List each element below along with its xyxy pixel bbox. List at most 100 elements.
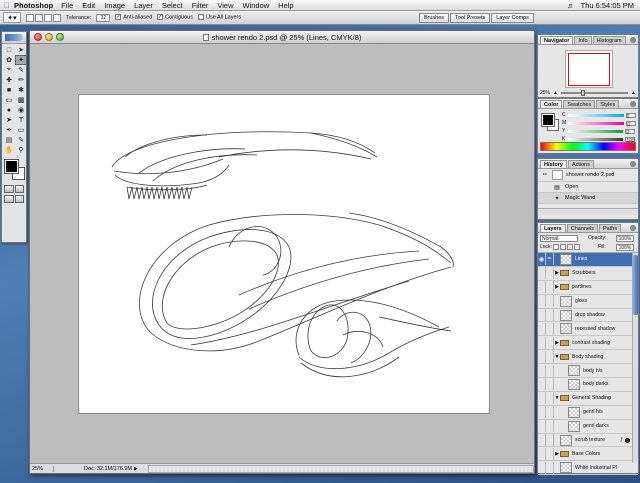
well-brushes[interactable]: Brushes xyxy=(418,12,450,23)
layer-name[interactable]: partlines xyxy=(572,284,592,290)
layer-row-scrub-texture[interactable]: scrub texture ƒ xyxy=(538,434,638,448)
lasso-tool-icon[interactable]: ✿ xyxy=(3,55,15,65)
menu-image[interactable]: Image xyxy=(104,1,125,10)
blend-mode-select[interactable]: Normal xyxy=(540,235,578,242)
palette-menu-icon[interactable] xyxy=(630,37,636,43)
gradient-tool-icon[interactable]: ▩ xyxy=(15,95,27,105)
slice-tool-icon[interactable]: ✎ xyxy=(15,65,27,75)
tab-channels[interactable]: Channels xyxy=(566,224,598,232)
crop-tool-icon[interactable]: ⌖ xyxy=(3,65,15,75)
well-tool-presets[interactable]: Tool Presets xyxy=(450,12,491,23)
add-selection-button[interactable] xyxy=(35,13,43,22)
cyan-slider[interactable]: C0 xyxy=(562,112,636,120)
zoom-field[interactable]: 25% xyxy=(30,465,54,472)
tab-paths[interactable]: Paths xyxy=(599,224,622,232)
layer-row-gloss[interactable]: gloss xyxy=(538,295,638,309)
layer-row-partlines[interactable]: ▶ partlines xyxy=(538,281,638,295)
layer-name[interactable]: scrub texture xyxy=(575,437,605,443)
menu-help[interactable]: Help xyxy=(278,1,293,10)
yellow-slider[interactable]: Y0 xyxy=(562,128,636,136)
pen-tool-icon[interactable]: ✒ xyxy=(3,125,15,135)
layer-row-scrubbers[interactable]: ▶ Scrubbers xyxy=(538,267,638,281)
layer-name[interactable]: genrl darks xyxy=(583,423,609,429)
history-brush-tool-icon[interactable]: ✱ xyxy=(15,85,27,95)
horizontal-scrollbar[interactable] xyxy=(147,464,534,473)
anti-aliased-checkbox[interactable]: ✓ xyxy=(115,14,122,21)
lock-position-button[interactable] xyxy=(566,244,573,250)
layer-row-body-hs[interactable]: body h/s xyxy=(538,364,638,379)
palette-menu-icon[interactable] xyxy=(630,225,636,231)
move-tool-icon[interactable]: ➤ xyxy=(15,45,27,55)
navigator-thumbnail[interactable] xyxy=(565,50,613,88)
layer-row-recessed-shadow[interactable]: recessed shadow xyxy=(538,322,638,337)
layer-name[interactable]: Lines xyxy=(575,256,587,262)
layer-edit-brush-icon[interactable]: ✏ xyxy=(546,253,554,266)
palette-menu-icon[interactable] xyxy=(630,101,636,107)
menu-layer[interactable]: Layer xyxy=(134,1,153,10)
visibility-eye-icon[interactable] xyxy=(538,392,546,405)
shape-tool-icon[interactable]: ▭ xyxy=(15,125,27,135)
color-spectrum-bar[interactable] xyxy=(540,142,636,151)
navigator-zoom-value[interactable]: 25% xyxy=(540,90,550,96)
layer-fx-icon[interactable]: ƒ xyxy=(620,437,623,443)
visibility-eye-icon[interactable] xyxy=(538,447,546,460)
history-source-icon[interactable]: ✏ xyxy=(541,172,549,178)
tab-histogram[interactable]: Histogram xyxy=(592,36,626,44)
zoom-tool-icon[interactable]: ⚲ xyxy=(15,145,27,155)
magic-wand-tool-icon[interactable]: ✦ xyxy=(15,55,27,65)
lock-transparency-button[interactable] xyxy=(552,244,559,250)
type-tool-icon[interactable]: T xyxy=(15,115,27,125)
toolbox-header[interactable] xyxy=(2,32,26,44)
color-foreground-swatch[interactable] xyxy=(541,113,555,127)
menu-view[interactable]: View xyxy=(217,1,233,10)
layer-name[interactable]: White Industrial Pl xyxy=(575,465,617,471)
lock-all-button[interactable] xyxy=(573,244,580,250)
visibility-eye-icon[interactable] xyxy=(538,406,546,419)
black-bar[interactable] xyxy=(567,137,624,141)
layer-name[interactable]: contrast shading xyxy=(572,340,610,346)
magenta-slider[interactable]: M0 xyxy=(562,120,637,128)
layer-row-body-darks[interactable]: body darks xyxy=(538,378,638,392)
visibility-eye-icon[interactable] xyxy=(538,378,546,391)
full-screen-menu-mode-button[interactable] xyxy=(14,195,24,203)
visibility-eye-icon[interactable] xyxy=(538,364,546,377)
layer-name[interactable]: Scrubbers xyxy=(572,270,596,276)
use-all-layers-checkbox[interactable] xyxy=(197,14,204,21)
use-all-layers-option[interactable]: Use All Layers xyxy=(197,14,241,21)
visibility-eye-icon[interactable] xyxy=(538,322,546,335)
tab-actions[interactable]: Actions xyxy=(567,160,594,168)
menu-window[interactable]: Window xyxy=(242,1,269,10)
magenta-value[interactable]: 0 xyxy=(626,120,637,128)
visibility-eye-icon[interactable] xyxy=(538,267,546,280)
palette-menu-icon[interactable] xyxy=(630,161,636,167)
layer-name[interactable]: recessed shadow xyxy=(575,326,615,332)
contiguous-option[interactable]: ✓ Contiguous xyxy=(157,14,193,21)
magic-wand-preset-icon[interactable]: ✦▾ xyxy=(3,12,21,23)
well-layer-comps[interactable]: Layer Comps xyxy=(491,12,534,23)
layer-row-body-shading[interactable]: ▼ Body shading xyxy=(538,350,638,365)
intersect-selection-button[interactable] xyxy=(53,13,61,22)
black-value[interactable]: 100 xyxy=(625,136,636,144)
magenta-bar[interactable] xyxy=(568,121,625,125)
brush-tool-icon[interactable]: ✏ xyxy=(15,75,27,85)
fill-input[interactable]: 100% xyxy=(616,244,634,251)
tab-layers[interactable]: Layers xyxy=(540,224,566,232)
document-info[interactable]: Doc: 32.1M/176.9M ▶ xyxy=(84,466,138,472)
layer-name[interactable]: gloss xyxy=(575,298,587,304)
layer-name[interactable]: General Shading xyxy=(572,395,611,401)
eyedropper-tool-icon[interactable]: ✎ xyxy=(15,135,27,145)
canvas-area[interactable] xyxy=(30,44,534,463)
visibility-eye-icon[interactable] xyxy=(538,434,546,447)
contiguous-checkbox[interactable]: ✓ xyxy=(157,14,164,21)
new-selection-button[interactable] xyxy=(26,13,34,22)
layer-row-general-shading[interactable]: ▼ General Shading xyxy=(538,392,638,406)
eraser-tool-icon[interactable]: ▭ xyxy=(3,95,15,105)
dodge-tool-icon[interactable]: ◉ xyxy=(15,105,27,115)
clock[interactable]: Thu 6:54:05 PM xyxy=(581,1,634,10)
menu-file[interactable]: File xyxy=(61,1,73,10)
anti-aliased-option[interactable]: ✓ Anti-aliased xyxy=(115,14,152,21)
navigator-zoom-slider[interactable] xyxy=(560,90,629,96)
notes-tool-icon[interactable]: ▤ xyxy=(3,135,15,145)
tab-navigator[interactable]: Navigator xyxy=(540,36,574,44)
tolerance-input[interactable]: 32 xyxy=(96,13,111,22)
